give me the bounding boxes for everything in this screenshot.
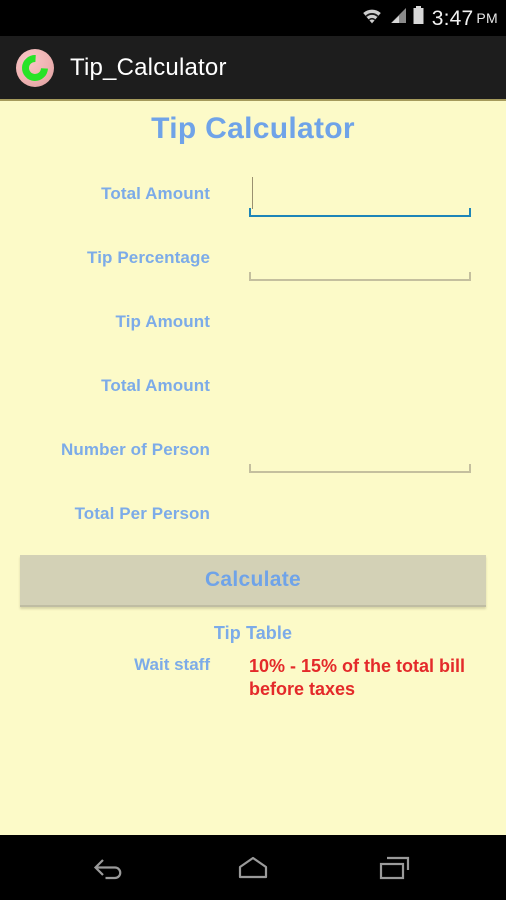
form-row-total-per-person: Total Per Person xyxy=(0,482,506,546)
tip-table-section: Tip Table Wait staff 10% - 15% of the to… xyxy=(0,623,506,701)
label-tip-percentage: Tip Percentage xyxy=(87,248,210,267)
recents-icon[interactable] xyxy=(359,845,431,891)
output-total-amount xyxy=(249,363,471,409)
cellular-signal-icon xyxy=(388,7,407,29)
input-number-of-person[interactable] xyxy=(249,427,471,473)
app-title: Tip_Calculator xyxy=(70,53,227,81)
status-clock: 3:47 xyxy=(431,6,474,30)
app-bar: Tip_Calculator xyxy=(0,36,506,101)
form-row-total-amount-output: Total Amount xyxy=(0,354,506,418)
label-total-amount-output: Total Amount xyxy=(101,376,210,395)
wifi-icon xyxy=(361,7,383,29)
form-row-number-of-person: Number of Person xyxy=(0,418,506,482)
back-icon[interactable] xyxy=(75,845,147,891)
label-total-amount-input: Total Amount xyxy=(101,184,210,203)
label-number-of-person: Number of Person xyxy=(61,440,210,459)
page-title: Tip Calculator xyxy=(151,112,355,145)
battery-icon xyxy=(412,6,425,30)
tip-form: Total Amount Tip Percentage Tip Amount T… xyxy=(0,162,506,546)
input-underline xyxy=(249,464,471,473)
status-clock-ampm: PM xyxy=(476,10,498,26)
tip-table-value-wait-staff: 10% - 15% of the total bill before taxes xyxy=(249,656,466,700)
tip-table-label-wait-staff: Wait staff xyxy=(134,655,210,674)
form-row-tip-percentage: Tip Percentage xyxy=(0,226,506,290)
output-tip-amount xyxy=(249,299,471,345)
home-icon[interactable] xyxy=(217,845,289,891)
form-row-tip-amount: Tip Amount xyxy=(0,290,506,354)
status-icon-group xyxy=(361,6,425,30)
input-total-amount[interactable] xyxy=(249,171,471,217)
navigation-bar xyxy=(0,835,506,900)
label-tip-amount: Tip Amount xyxy=(115,312,210,331)
status-bar: 3:47 PM xyxy=(0,0,506,36)
calculate-button-container: Calculate xyxy=(0,546,506,607)
text-caret xyxy=(252,177,253,209)
label-total-per-person: Total Per Person xyxy=(74,504,210,523)
tip-table-title: Tip Table xyxy=(213,623,293,643)
calculate-button[interactable]: Calculate xyxy=(20,555,486,607)
output-total-per-person xyxy=(249,491,471,537)
input-underline xyxy=(249,208,471,217)
form-row-total-amount-input: Total Amount xyxy=(0,162,506,226)
input-tip-percentage[interactable] xyxy=(249,235,471,281)
tip-table-row: Wait staff 10% - 15% of the total bill b… xyxy=(0,655,506,701)
android-screen: 3:47 PM Tip_Calculator Tip Calculator To… xyxy=(0,0,506,900)
main-content: Tip Calculator Total Amount Tip Percenta… xyxy=(0,103,506,835)
app-logo-icon xyxy=(16,48,54,87)
input-underline xyxy=(249,272,471,281)
